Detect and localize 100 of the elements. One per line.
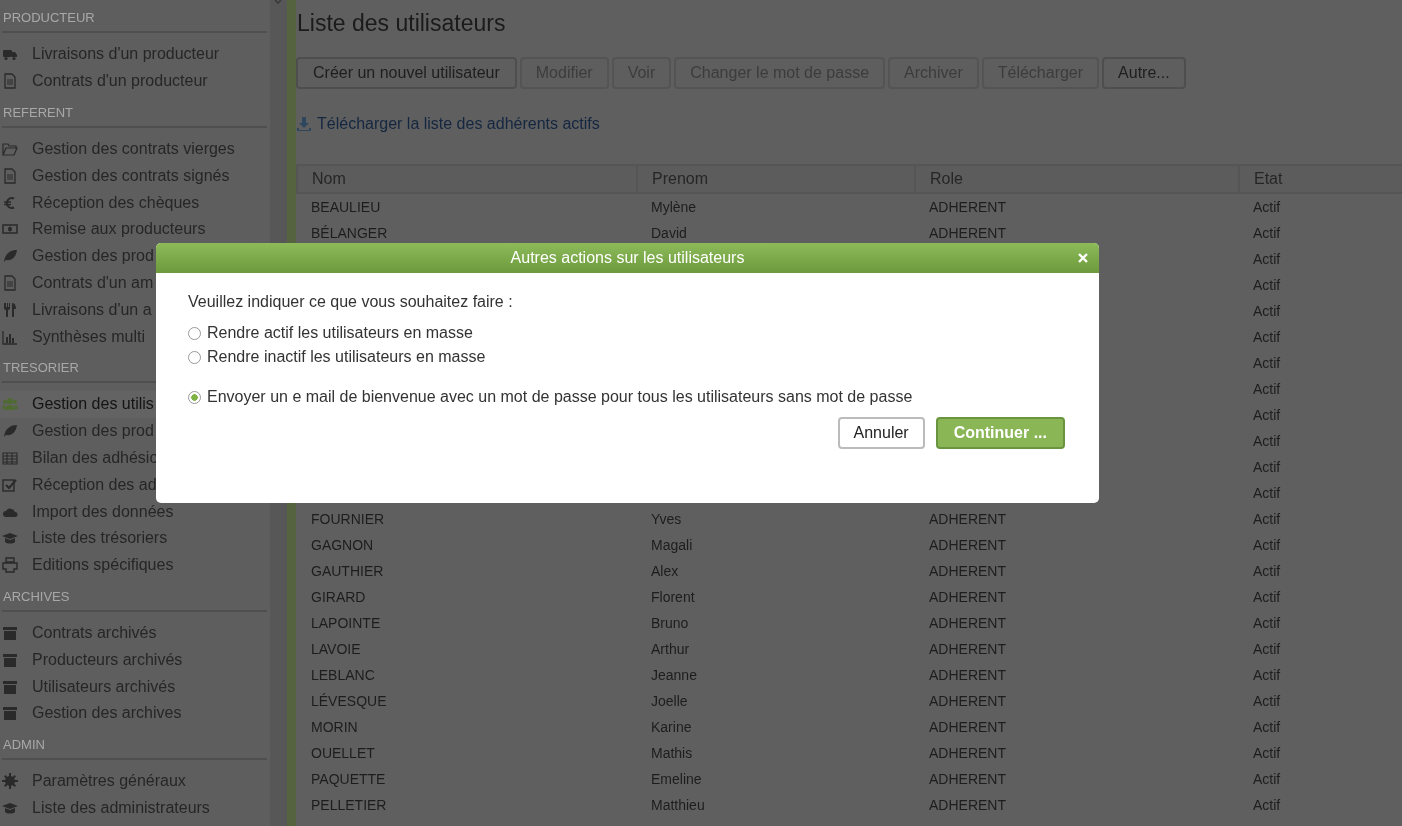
sidebar-item[interactable]: Gestion des contrats vierges <box>0 135 270 163</box>
sidebar-item[interactable]: Réception des chèques <box>0 189 270 216</box>
archive-box-icon <box>2 651 18 668</box>
sidebar-item[interactable]: Contrats d'un producteur <box>0 67 270 95</box>
table-cell: Emeline <box>651 771 702 787</box>
option-label[interactable]: Rendre actif les utilisateurs en masse <box>207 324 473 342</box>
sidebar-item[interactable]: Gestion des prod <box>0 417 270 445</box>
table-cell: Actif <box>1253 303 1281 319</box>
settings-icon <box>2 773 18 790</box>
section-heading: ADMIN <box>3 736 45 753</box>
table-cell: ADHERENT <box>929 563 1006 579</box>
table-cell: Alex <box>651 563 679 579</box>
table-cell: ADHERENT <box>929 615 1006 631</box>
table-cell: BEAULIEU <box>311 199 381 215</box>
table-cell: Actif <box>1253 225 1281 241</box>
archive-box-icon <box>2 705 18 722</box>
sidebar-item[interactable]: Gestion des contrats signés <box>0 162 270 190</box>
table-cell: GAGNON <box>311 537 374 553</box>
continue-button[interactable]: Continuer ... <box>935 417 1065 449</box>
leaf-icon <box>2 248 18 265</box>
table-cell: LAVOIE <box>311 641 361 657</box>
sidebar-item[interactable]: Liste des trésoriers <box>0 524 270 552</box>
folder-icon <box>2 141 18 157</box>
table-cell: Actif <box>1253 563 1281 579</box>
sidebar-item[interactable]: Liste des administrateurs <box>0 794 270 822</box>
table-cell: Joelle <box>651 693 688 709</box>
table-cell: Yves <box>651 511 682 527</box>
table-cell: Magali <box>651 537 693 553</box>
document-icon <box>2 167 18 184</box>
table-cell: Actif <box>1253 485 1281 501</box>
table-cell: Actif <box>1253 381 1281 397</box>
radio-button[interactable] <box>188 326 201 340</box>
table-cell: Jeanne <box>651 667 697 683</box>
page-title: Liste des utilisateurs <box>297 10 507 38</box>
dialog-prompt: Veuillez indiquer ce que vous souhaitez faire : <box>188 293 514 311</box>
sidebar-item[interactable]: Gestion des archives <box>0 699 270 727</box>
section-heading: ARCHIVES <box>3 588 70 605</box>
radio-button[interactable] <box>188 390 201 404</box>
table-cell: ADHERENT <box>929 797 1006 813</box>
toolbar-button[interactable]: Créer un nouvel utilisateur <box>296 57 517 89</box>
table-cell: ADHERENT <box>929 511 1006 527</box>
cancel-button[interactable]: Annuler <box>837 417 925 449</box>
table-cell: Bruno <box>651 615 689 631</box>
table-cell: Actif <box>1253 719 1281 735</box>
table-cell: Actif <box>1253 797 1281 813</box>
table-cell: Arthur <box>651 641 690 657</box>
table-cell: ADHERENT <box>929 225 1006 241</box>
table-cell: ADHERENT <box>929 693 1006 709</box>
sidebar-item[interactable]: Gestion des prod <box>0 242 270 270</box>
document-icon <box>2 274 18 291</box>
table-cell: David <box>651 225 687 241</box>
table-cell: Actif <box>1253 771 1281 787</box>
table-cell: ADHERENT <box>929 667 1006 683</box>
download-icon <box>296 116 312 132</box>
table-cell: Matthieu <box>651 797 705 813</box>
sidebar-item[interactable]: Remise aux producteurs <box>0 216 270 243</box>
table-cell: Actif <box>1253 615 1281 631</box>
cutlery-icon <box>2 301 18 318</box>
table-cell: ADHERENT <box>929 589 1006 605</box>
table-cell: Actif <box>1253 511 1281 527</box>
table-cell: ADHERENT <box>929 719 1006 735</box>
table-cell: Actif <box>1253 589 1281 605</box>
table-cell: Actif <box>1253 667 1281 683</box>
sidebar-item[interactable]: Réception des ad <box>0 471 270 499</box>
sidebar-item[interactable]: Utilisateurs archivés <box>0 673 270 700</box>
sidebar-item[interactable]: Producteurs archivés <box>0 646 270 674</box>
sidebar-item[interactable]: Contrats archivés <box>0 619 270 647</box>
table-cell: BÉLANGER <box>311 225 388 241</box>
table-cell: ADHERENT <box>929 199 1006 215</box>
sidebar-item[interactable]: Import des données <box>0 498 270 525</box>
table-cell: Actif <box>1253 745 1281 761</box>
table-icon <box>2 449 18 466</box>
table-cell: ADHERENT <box>929 771 1006 787</box>
table-cell: ADHERENT <box>929 537 1006 553</box>
sidebar-item[interactable]: Bilan des adhésio <box>0 444 270 472</box>
sidebar-item[interactable]: Paramètres généraux <box>0 767 270 795</box>
table-cell: Actif <box>1253 277 1281 293</box>
users-icon <box>2 396 18 413</box>
table-cell: Florent <box>651 589 695 605</box>
sidebar-item[interactable]: Livraisons d'un producteur <box>0 41 270 68</box>
document-icon <box>2 73 18 90</box>
table-cell: Actif <box>1253 199 1281 215</box>
table-cell: Actif <box>1253 355 1281 371</box>
sidebar-item[interactable]: Editions spécifiques <box>0 551 270 579</box>
download-link[interactable]: Télécharger la liste des adhérents actifs <box>317 115 600 133</box>
table-cell: Actif <box>1253 459 1281 475</box>
table-cell: Actif <box>1253 251 1281 267</box>
section-heading: REFERENT <box>3 104 74 121</box>
table-cell: ADHERENT <box>929 641 1006 657</box>
option-label[interactable]: Rendre inactif les utilisateurs en masse <box>207 348 486 366</box>
archive-box-icon <box>2 678 18 695</box>
table-cell: LAPOINTE <box>311 615 381 631</box>
archive-box-icon <box>2 624 18 641</box>
table-cell: Actif <box>1253 407 1281 423</box>
dialog-title: Autres actions sur les utilisateurs <box>510 249 745 267</box>
toolbar-button[interactable]: Autre... <box>1102 57 1186 89</box>
radio-button[interactable] <box>188 350 201 364</box>
bar-chart-icon <box>2 328 18 345</box>
table-cell: Karine <box>651 719 692 735</box>
leaf-icon <box>2 423 18 440</box>
